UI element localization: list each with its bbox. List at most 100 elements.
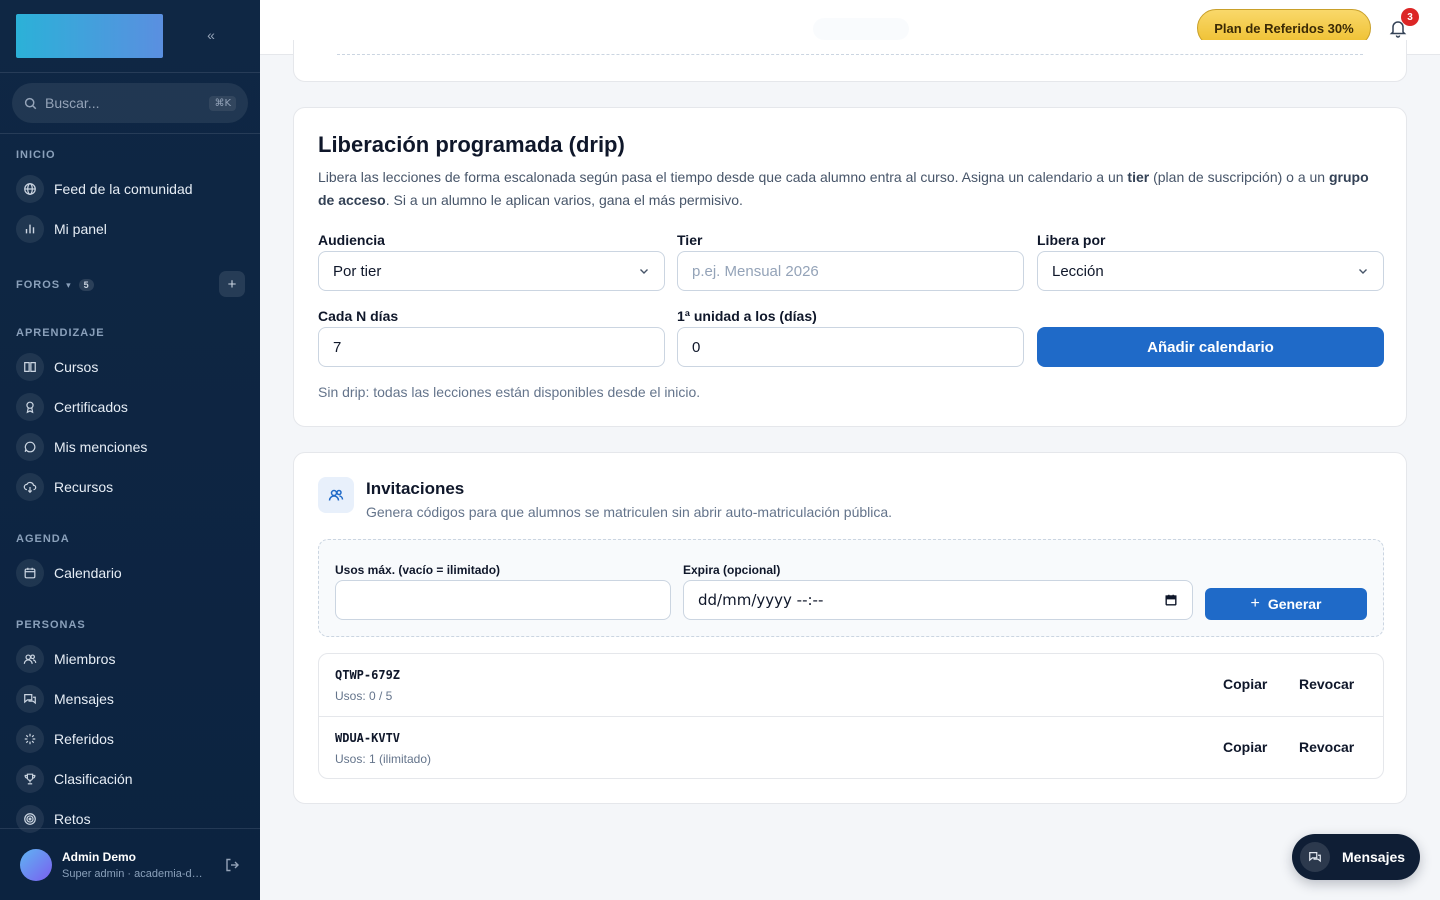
- drip-status-note: Sin drip: todas las lecciones están disp…: [318, 384, 701, 400]
- drip-title: Liberación programada (drip): [318, 132, 625, 157]
- audiencia-value: Por tier: [333, 262, 382, 280]
- sidebar-item-label: Mis menciones: [54, 439, 148, 455]
- section-foros[interactable]: FOROS ▾ 5: [16, 276, 246, 294]
- primera-unidad-label: 1ª unidad a los (días): [677, 308, 817, 324]
- section-inicio: INICIO: [16, 149, 56, 161]
- sidebar-item-referidos[interactable]: Referidos: [16, 723, 244, 755]
- tier-placeholder: p.ej. Mensual 2026: [692, 262, 819, 280]
- sidebar-item-calendario[interactable]: Calendario: [16, 557, 244, 589]
- messages-button-label: Mensajes: [1342, 849, 1406, 865]
- brand-logo[interactable]: [16, 14, 163, 58]
- section-personas: PERSONAS: [16, 619, 86, 631]
- expires-label: Expira (opcional): [683, 563, 781, 577]
- drip-desc-part: . Si a un alumno le aplican varios, gana…: [385, 192, 743, 208]
- invitation-uses: Usos: 0 / 5: [335, 689, 393, 703]
- sidebar-item-mensajes[interactable]: Mensajes: [16, 683, 244, 715]
- cada-n-dias-input[interactable]: 7: [318, 327, 665, 367]
- revoke-button[interactable]: Revocar: [1299, 676, 1354, 692]
- invitation-code: QTWP-679Z: [335, 668, 401, 682]
- add-calendar-button[interactable]: Añadir calendario: [1037, 327, 1384, 367]
- sidebar-item-recursos[interactable]: Recursos: [16, 471, 244, 503]
- chat-bubble-icon: [16, 433, 44, 461]
- messages-icon: [1300, 842, 1330, 872]
- bar-chart-icon: [16, 215, 44, 243]
- search-input[interactable]: Buscar... ⌘K: [12, 83, 248, 123]
- list-item: WDUA-KVTV Usos: 1 (ilimitado) Copiar Rev…: [319, 716, 1383, 778]
- invitation-codes-list: QTWP-679Z Usos: 0 / 5 Copiar Revocar WDU…: [318, 653, 1384, 779]
- globe-icon: [16, 175, 44, 203]
- users-icon: [328, 489, 344, 501]
- calendar-icon[interactable]: [1164, 593, 1178, 607]
- user-info: Admin Demo Super admin · academia-demo: [62, 850, 224, 880]
- drip-card: Liberación programada (drip) Libera las …: [293, 107, 1407, 427]
- max-uses-input[interactable]: [335, 580, 671, 620]
- audiencia-select[interactable]: Por tier: [318, 251, 665, 291]
- revoke-button[interactable]: Revocar: [1299, 739, 1354, 755]
- sidebar: « Buscar... ⌘K INICIO Feed de la comunid…: [0, 0, 260, 900]
- user-subtitle: Super admin · academia-demo: [62, 867, 207, 880]
- primera-unidad-value: 0: [692, 338, 701, 356]
- drip-desc-part: Libera las lecciones de forma escalonada…: [318, 169, 1128, 185]
- plus-icon: +: [1250, 595, 1260, 612]
- user-name: Admin Demo: [62, 849, 137, 864]
- sidebar-item-feed[interactable]: Feed de la comunidad: [16, 173, 244, 205]
- add-forum-button[interactable]: +: [219, 271, 245, 297]
- floating-messages-button[interactable]: Mensajes: [1292, 834, 1420, 880]
- previous-card: [293, 40, 1407, 82]
- libera-por-select[interactable]: Lección: [1037, 251, 1384, 291]
- sidebar-item-label: Mensajes: [54, 691, 114, 707]
- sidebar-item-cursos[interactable]: Cursos: [16, 351, 244, 383]
- drip-desc-part: (plan de suscripción) o a un: [1149, 169, 1329, 185]
- cada-n-dias-label: Cada N días: [318, 308, 399, 324]
- avatar: [20, 848, 52, 881]
- sidebar-item-certificados[interactable]: Certificados: [16, 391, 244, 423]
- libera-por-label: Libera por: [1037, 232, 1106, 248]
- copy-button[interactable]: Copiar: [1223, 739, 1267, 755]
- collapse-sidebar-icon[interactable]: «: [202, 26, 220, 44]
- sidebar-item-label: Cursos: [54, 359, 99, 375]
- expires-value: dd/mm/yyyy --:--: [698, 591, 824, 609]
- copy-button[interactable]: Copiar: [1223, 676, 1267, 692]
- trophy-icon: [16, 765, 44, 793]
- invitation-uses: Usos: 1 (ilimitado): [335, 752, 432, 766]
- messages-icon: [16, 685, 44, 713]
- invitations-title: Invitaciones: [366, 479, 465, 498]
- sidebar-item-clasificacion[interactable]: Clasificación: [16, 763, 244, 795]
- book-icon: [16, 353, 44, 381]
- max-uses-label: Usos máx. (vacío = ilimitado): [335, 563, 501, 577]
- sidebar-item-label: Feed de la comunidad: [54, 181, 193, 197]
- audiencia-label: Audiencia: [318, 232, 385, 248]
- logout-icon[interactable]: [224, 857, 240, 873]
- sidebar-divider: [0, 72, 260, 73]
- search-placeholder: Buscar...: [45, 95, 100, 111]
- invitation-code: WDUA-KVTV: [335, 731, 401, 745]
- topbar-placeholder: [813, 18, 909, 40]
- drip-description: Libera las lecciones de forma escalonada…: [318, 166, 1384, 212]
- sidebar-item-label: Miembros: [54, 651, 116, 667]
- tier-label: Tier: [677, 232, 703, 248]
- list-item: QTWP-679Z Usos: 0 / 5 Copiar Revocar: [319, 654, 1383, 716]
- section-agenda: AGENDA: [16, 533, 70, 545]
- section-aprendizaje: APRENDIZAJE: [16, 327, 105, 339]
- sidebar-item-menciones[interactable]: Mis menciones: [16, 431, 244, 463]
- primera-unidad-input[interactable]: 0: [677, 327, 1024, 367]
- foros-count-badge: 5: [78, 279, 94, 291]
- sidebar-item-label: Retos: [54, 811, 91, 827]
- sidebar-item-panel[interactable]: Mi panel: [16, 213, 244, 245]
- invitations-icon-wrap: [318, 477, 354, 513]
- generate-code-form: Usos máx. (vacío = ilimitado) Expira (op…: [318, 539, 1384, 637]
- invitations-subtitle: Genera códigos para que alumnos se matri…: [366, 504, 893, 520]
- expires-datetime-input[interactable]: dd/mm/yyyy --:--: [683, 580, 1193, 620]
- user-profile[interactable]: Admin Demo Super admin · academia-demo: [0, 828, 260, 900]
- dashed-divider: [337, 54, 1363, 55]
- sidebar-item-miembros[interactable]: Miembros: [16, 643, 244, 675]
- generate-button[interactable]: + Generar: [1205, 588, 1367, 620]
- invitations-card: Invitaciones Genera códigos para que alu…: [293, 452, 1407, 804]
- award-icon: [16, 393, 44, 421]
- notification-count-badge: 3: [1401, 8, 1419, 26]
- tier-input[interactable]: p.ej. Mensual 2026: [677, 251, 1024, 291]
- drip-desc-tier: tier: [1127, 169, 1150, 185]
- sidebar-divider: [0, 133, 260, 134]
- search-icon: [24, 97, 37, 109]
- generate-button-label: Generar: [1267, 596, 1322, 612]
